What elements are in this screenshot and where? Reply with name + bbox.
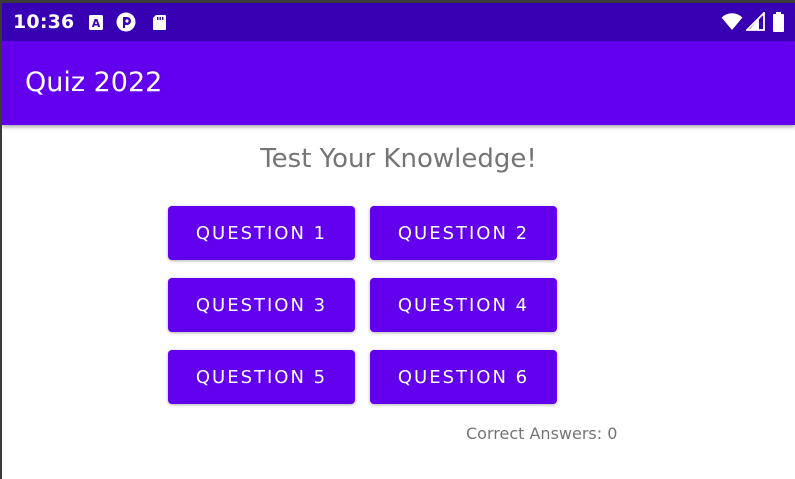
question-6-button[interactable]: QUESTION 6 <box>370 350 557 404</box>
svg-text:A: A <box>92 17 101 30</box>
battery-icon <box>773 12 784 32</box>
correct-answers-label: Correct Answers: 0 <box>466 424 618 443</box>
question-5-button[interactable]: QUESTION 5 <box>168 350 355 404</box>
wifi-icon <box>721 13 743 31</box>
status-bar: 10:36 A <box>2 3 795 41</box>
main-content: Test Your Knowledge! QUESTION 1 QUESTION… <box>2 125 795 479</box>
app-title: Quiz 2022 <box>25 67 163 98</box>
sd-card-icon <box>152 14 167 31</box>
cellular-signal-icon <box>744 10 765 31</box>
status-time: 10:36 <box>13 11 75 33</box>
app-notification-icon <box>116 12 136 32</box>
question-1-button[interactable]: QUESTION 1 <box>168 206 355 260</box>
app-window: 10:36 A Quiz 2022 Test Your Knowledge! Q… <box>2 3 795 479</box>
accessibility-icon: A <box>88 14 104 31</box>
question-3-button[interactable]: QUESTION 3 <box>168 278 355 332</box>
question-2-button[interactable]: QUESTION 2 <box>370 206 557 260</box>
app-bar: Quiz 2022 <box>2 41 795 125</box>
question-4-button[interactable]: QUESTION 4 <box>370 278 557 332</box>
page-headline: Test Your Knowledge! <box>260 144 537 174</box>
